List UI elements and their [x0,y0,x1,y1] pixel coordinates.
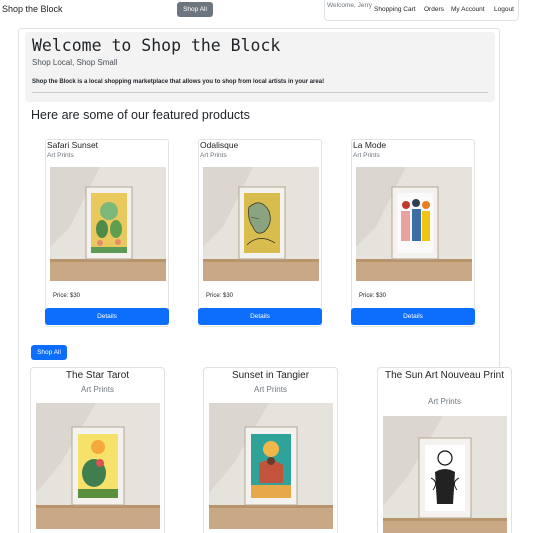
product-card[interactable]: The Star Tarot Art Prints [30,367,165,533]
product-card[interactable]: The Sun Art Nouveau Print Art Prints [377,367,512,533]
product-title: Odalisque [200,140,239,150]
shop-all-button[interactable]: Shop All [31,345,67,360]
product-title: La Mode [353,140,387,150]
hero-divider [32,92,488,93]
product-title: Sunset in Tangier [231,370,310,381]
hero-title: Welcome to Shop the Block [32,36,281,55]
product-image [50,167,166,281]
product-price: Price: $30 [206,293,234,299]
hero-subtitle: Shop Local, Shop Small [32,58,118,67]
nav-link-my-account[interactable]: My Account [451,6,485,13]
product-image [383,416,507,533]
product-image [203,167,319,281]
welcome-text: Welcome, Jerry [327,2,373,9]
nav-link-logout[interactable]: Logout [494,6,514,13]
hero-description: Shop the Block is a local shopping marke… [32,79,325,85]
shop-all-nav-button[interactable]: Shop All [177,2,213,17]
product-price: Price: $30 [359,293,387,299]
product-title: The Star Tarot [65,370,130,381]
product-category: Art Prints [254,385,287,394]
nav-link-orders[interactable]: Orders [424,6,444,13]
details-button[interactable]: Details [198,308,322,325]
featured-heading: Here are some of our featured products [31,108,250,122]
product-category: Art Prints [353,152,380,159]
product-image [36,403,160,529]
product-image [356,167,472,281]
user-nav: Welcome, Jerry Shopping Cart Orders My A… [324,0,519,21]
featured-product-card: Safari Sunset Art Prints Price: $30 Deta… [45,139,169,327]
featured-product-card: Odalisque Art Prints Price: $30 Details [198,139,322,327]
hero-banner: Welcome to Shop the Block Shop Local, Sh… [25,32,495,102]
product-image [209,403,333,529]
product-category: Art Prints [47,152,74,159]
product-price: Price: $30 [53,293,81,299]
details-button[interactable]: Details [351,308,475,325]
details-button[interactable]: Details [45,308,169,325]
product-category: Art Prints [200,152,227,159]
product-title: Safari Sunset [47,140,99,150]
product-title: The Sun Art Nouveau Print [385,370,504,381]
product-category: Art Prints [428,397,461,406]
product-card[interactable]: Sunset in Tangier Art Prints [203,367,338,533]
brand-logo[interactable]: Shop the Block [2,4,63,14]
nav-link-shopping-cart[interactable]: Shopping Cart [374,6,416,13]
featured-product-card: La Mode Art Prints Price: $30 Details [351,139,475,327]
product-category: Art Prints [81,385,114,394]
